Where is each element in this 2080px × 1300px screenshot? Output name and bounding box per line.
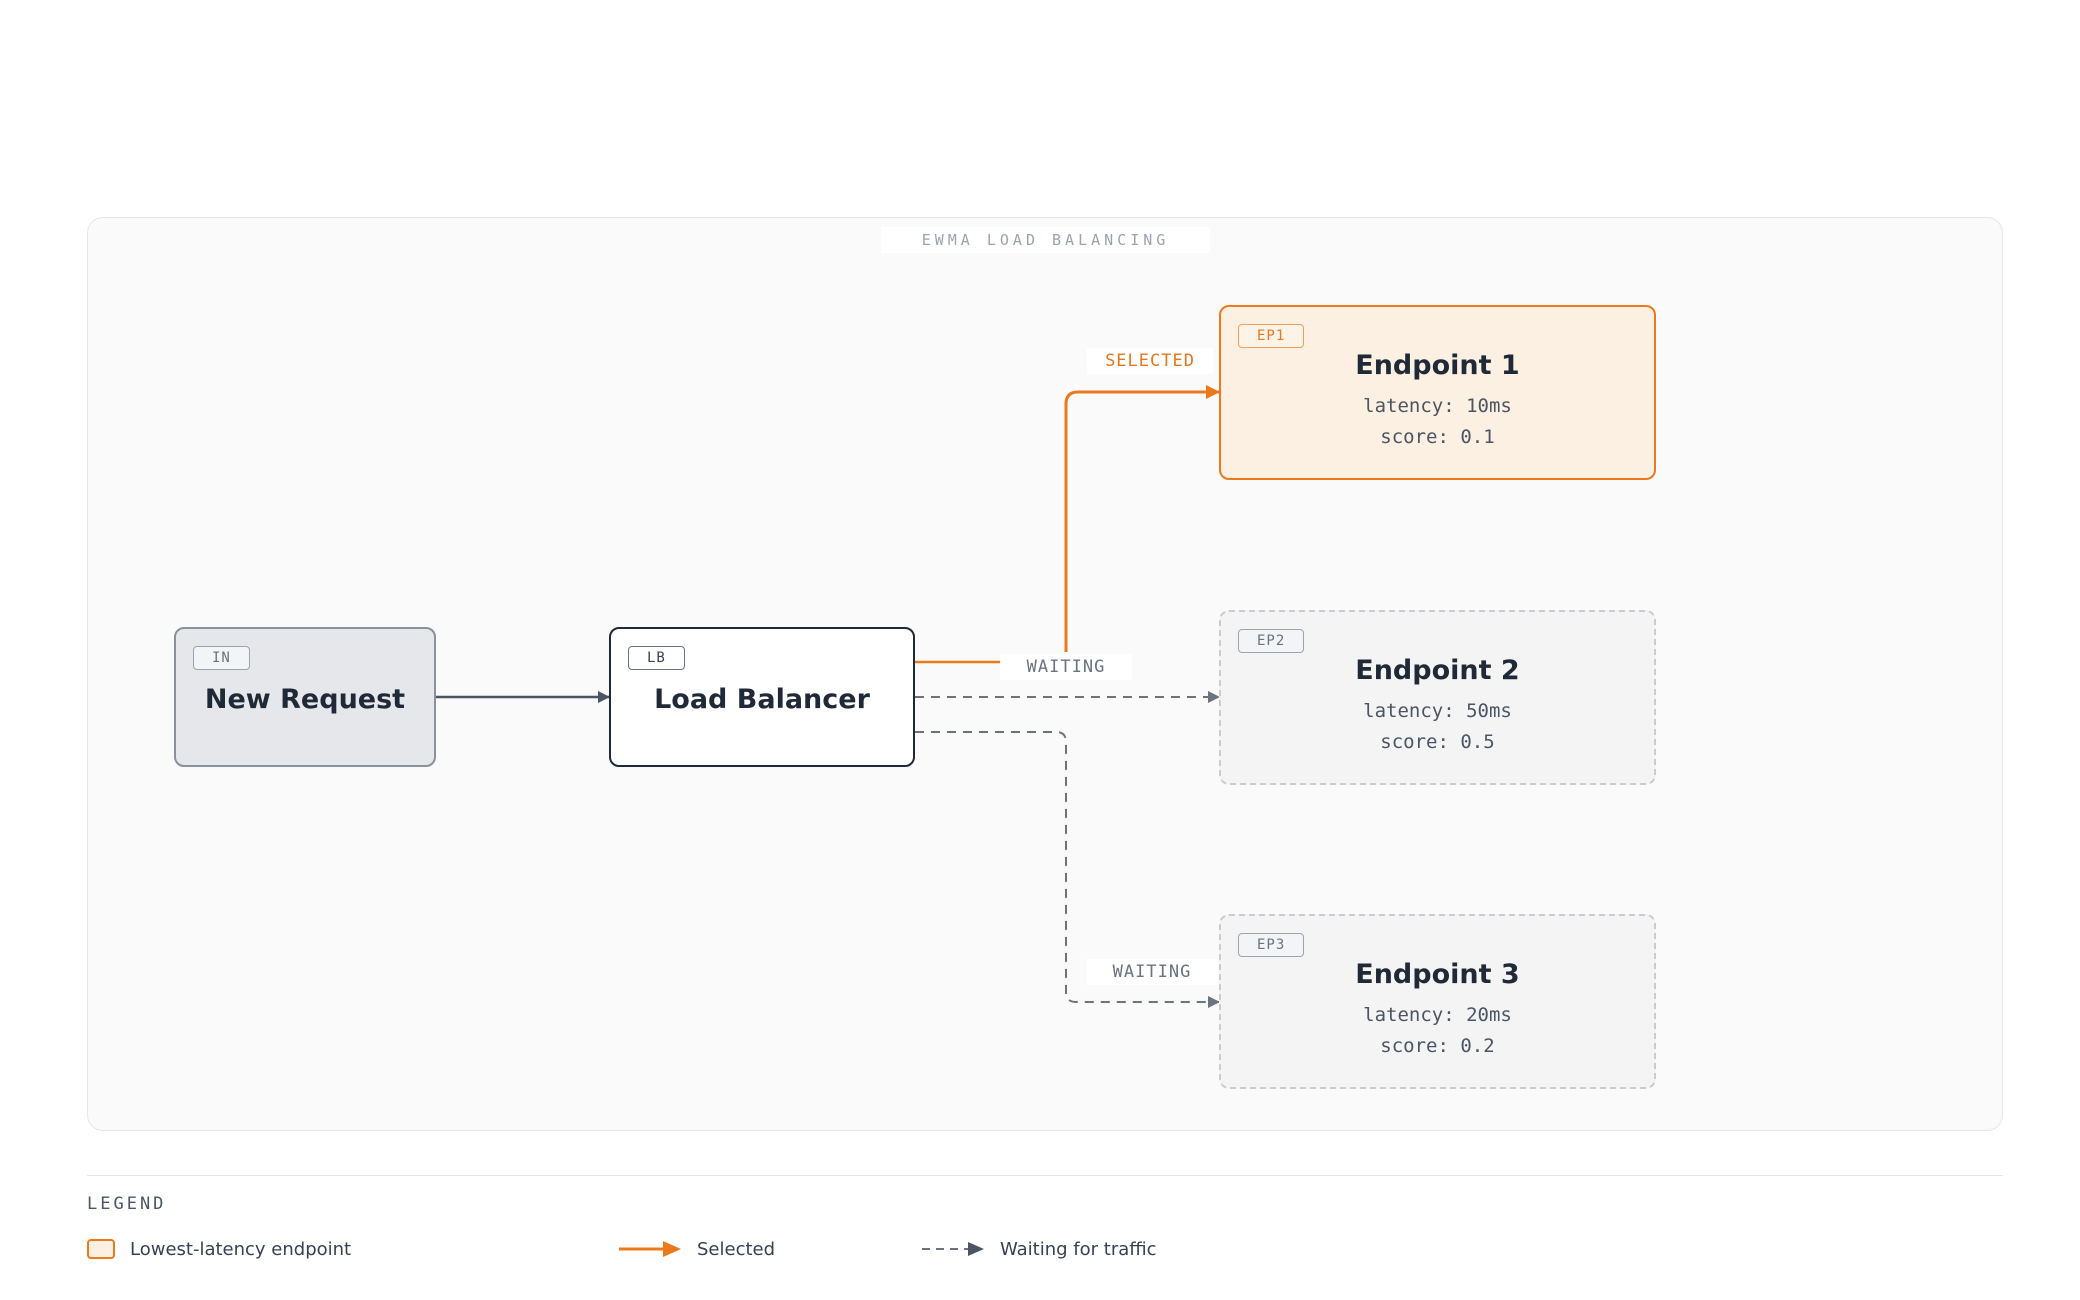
node-tag: EP1 xyxy=(1238,324,1305,348)
node-title: Endpoint 1 xyxy=(1355,350,1520,381)
edge-label-waiting-ep2: WAITING xyxy=(1000,654,1132,680)
legend-title: LEGEND xyxy=(87,1194,167,1214)
node-title: Load Balancer xyxy=(654,683,870,715)
node-title: Endpoint 3 xyxy=(1355,959,1520,990)
node-title: Endpoint 2 xyxy=(1355,655,1520,686)
node-load-balancer[interactable]: LB Load Balancer xyxy=(609,627,915,767)
node-latency: latency: 20ms xyxy=(1363,1004,1512,1026)
node-score: score: 0.2 xyxy=(1380,1035,1495,1057)
node-new-request[interactable]: IN New Request xyxy=(174,627,436,767)
node-endpoint-1[interactable]: EP1 Endpoint 1 latency: 10ms score: 0.1 xyxy=(1219,305,1656,480)
node-latency: latency: 10ms xyxy=(1363,395,1512,417)
node-score: score: 0.1 xyxy=(1380,426,1495,448)
edge-label-waiting-ep3: WAITING xyxy=(1087,959,1217,985)
node-endpoint-3[interactable]: EP3 Endpoint 3 latency: 20ms score: 0.2 xyxy=(1219,914,1656,1089)
legend-label: Lowest-latency endpoint xyxy=(130,1238,352,1260)
legend-label: Waiting for traffic xyxy=(1000,1238,1157,1260)
legend-item-selected: Selected xyxy=(619,1236,775,1262)
edge-label-selected: SELECTED xyxy=(1087,348,1213,374)
node-tag: LB xyxy=(628,646,685,670)
edge-lb-to-ep1-route xyxy=(1064,385,1220,652)
solid-arrow-icon xyxy=(619,1241,681,1257)
legend-divider xyxy=(87,1175,2003,1176)
node-tag: IN xyxy=(193,646,250,670)
legend-item-lowest-latency: Lowest-latency endpoint xyxy=(87,1236,351,1262)
node-score: score: 0.5 xyxy=(1380,731,1495,753)
node-title: New Request xyxy=(204,683,406,715)
dashed-arrow-icon xyxy=(922,1242,984,1256)
node-latency: latency: 50ms xyxy=(1363,700,1512,722)
node-endpoint-2[interactable]: EP2 Endpoint 2 latency: 50ms score: 0.5 xyxy=(1219,610,1656,785)
diagram-canvas: EWMA LOAD BALANCING SELECTED WAITING WAI… xyxy=(0,0,2080,1300)
legend-item-waiting: Waiting for traffic xyxy=(922,1236,1157,1262)
legend-swatch-icon xyxy=(87,1239,115,1259)
node-tag: EP2 xyxy=(1238,629,1305,653)
node-tag: EP3 xyxy=(1238,933,1305,957)
legend-label: Selected xyxy=(697,1238,776,1260)
